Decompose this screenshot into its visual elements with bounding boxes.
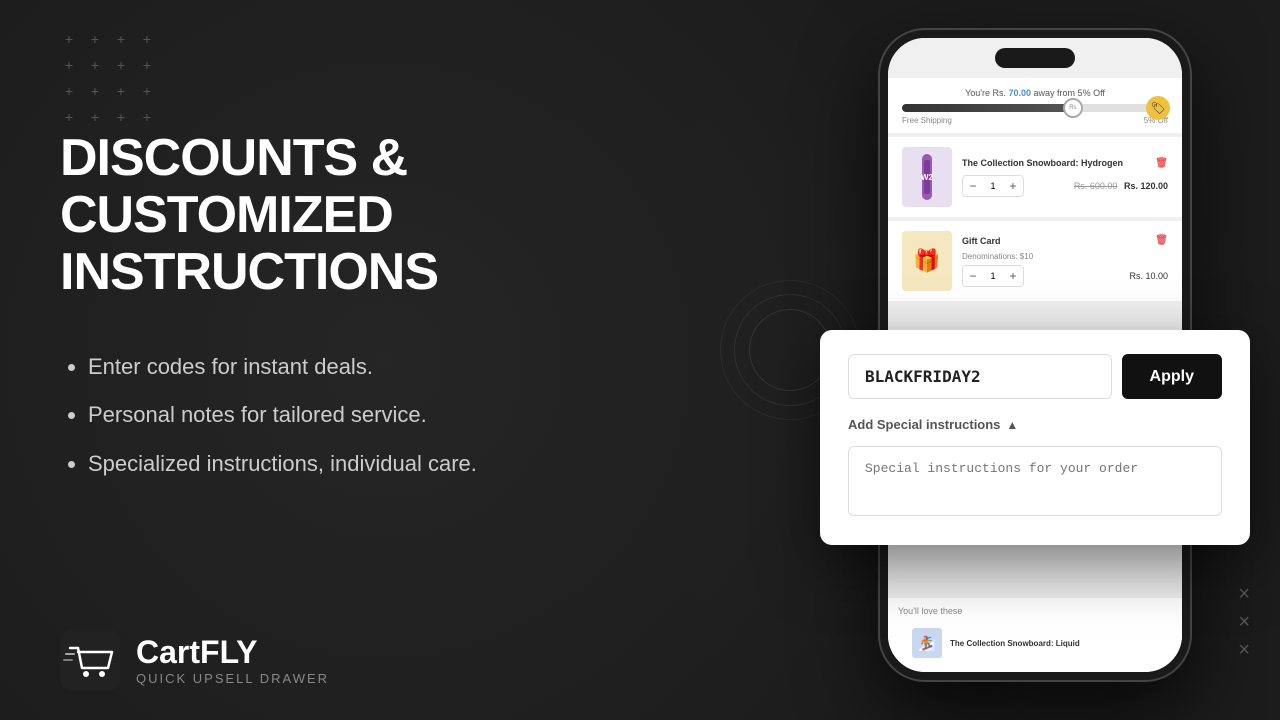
progress-end-badge: 🏷 bbox=[1146, 96, 1170, 120]
snowboard-image: W2 bbox=[902, 147, 952, 207]
cart-item-snowboard: W2 The Collection Snowboard: Hydrogen 🗑 … bbox=[888, 137, 1182, 217]
giftcard-delete-icon[interactable]: 🗑 bbox=[1155, 235, 1168, 246]
bullet-1: Enter codes for instant deals. bbox=[88, 352, 700, 383]
logo-name: CartFLY bbox=[136, 634, 329, 671]
snowboard-original-price: Rs. 600.00 bbox=[1074, 181, 1118, 191]
page-title: DISCOUNTS & CUSTOMIZED INSTRUCTIONS bbox=[60, 130, 700, 302]
progress-text: You're Rs. 70.00 away from 5% Off bbox=[902, 88, 1168, 98]
giftcard-emoji: 🎁 bbox=[913, 248, 940, 274]
bullet-2: Personal notes for tailored service. bbox=[88, 400, 700, 431]
snowboard-qty-price: − 1 + Rs. 600.00 Rs. 120.00 bbox=[962, 175, 1168, 197]
giftcard-details: Gift Card 🗑 Denominations: $10 − 1 + Rs.… bbox=[962, 235, 1168, 287]
progress-thumb: Rs bbox=[1063, 98, 1083, 118]
giftcard-qty-plus[interactable]: + bbox=[1003, 266, 1023, 286]
feature-list: Enter codes for instant deals. Personal … bbox=[60, 352, 700, 480]
giftcard-qty-minus[interactable]: − bbox=[963, 266, 983, 286]
special-instructions-textarea[interactable] bbox=[848, 446, 1222, 516]
progress-amount: 70.00 bbox=[1009, 88, 1032, 98]
giftcard-sale-price: Rs. 10.00 bbox=[1129, 271, 1168, 281]
progress-bar-fill: Rs bbox=[902, 104, 1075, 112]
giftcard-image: 🎁 bbox=[902, 231, 952, 291]
phone-notch bbox=[995, 48, 1075, 68]
cartfly-logo-icon bbox=[60, 630, 120, 690]
snowboard-qty-minus[interactable]: − bbox=[963, 176, 983, 196]
upsell-item-name: The Collection Snowboard: Liquid bbox=[950, 639, 1080, 648]
label-free-shipping: Free Shipping bbox=[902, 116, 952, 125]
bullet-3: Specialized instructions, individual car… bbox=[88, 449, 700, 480]
x-mark-2: × bbox=[1238, 612, 1250, 632]
toggle-arrow-icon: ▲ bbox=[1006, 418, 1018, 432]
giftcard-qty-control[interactable]: − 1 + bbox=[962, 265, 1024, 287]
giftcard-qty-price: − 1 + Rs. 10.00 bbox=[962, 265, 1168, 287]
snowboard-qty-value: 1 bbox=[983, 181, 1003, 191]
giftcard-price: Rs. 10.00 bbox=[1129, 271, 1168, 281]
cart-item-giftcard: 🎁 Gift Card 🗑 Denominations: $10 − 1 + bbox=[888, 221, 1182, 301]
upsell-section: You'll love these 🏂 The Collection Snowb… bbox=[888, 598, 1182, 672]
left-content: DISCOUNTS & CUSTOMIZED INSTRUCTIONS Ente… bbox=[60, 130, 700, 498]
snowboard-price: Rs. 600.00 Rs. 120.00 bbox=[1074, 181, 1168, 191]
svg-text:W2: W2 bbox=[921, 173, 934, 182]
progress-labels: Free Shipping 5% Off bbox=[902, 116, 1168, 125]
snowboard-qty-control[interactable]: − 1 + bbox=[962, 175, 1024, 197]
upsell-item[interactable]: 🏂 The Collection Snowboard: Liquid bbox=[898, 622, 1152, 664]
x-marks-decoration: × × × bbox=[1238, 584, 1250, 660]
snowboard-qty-plus[interactable]: + bbox=[1003, 176, 1023, 196]
floating-discount-card: Apply Add Special instructions ▲ bbox=[820, 330, 1250, 545]
special-instructions-toggle[interactable]: Add Special instructions ▲ bbox=[848, 417, 1222, 432]
giftcard-qty-value: 1 bbox=[983, 271, 1003, 281]
snowboard-sale-price: Rs. 120.00 bbox=[1124, 181, 1168, 191]
decorative-plus-grid: ++++ ++++ ++++ ++++ bbox=[60, 30, 156, 126]
upsell-label: You'll love these bbox=[898, 606, 1172, 616]
special-instructions-label: Add Special instructions bbox=[848, 417, 1000, 432]
x-mark-1: × bbox=[1238, 584, 1250, 604]
snowboard-name: The Collection Snowboard: Hydrogen 🗑 bbox=[962, 158, 1168, 169]
snowboard-details: The Collection Snowboard: Hydrogen 🗑 − 1… bbox=[962, 158, 1168, 197]
progress-bar-track: Rs 🏷 bbox=[902, 104, 1168, 112]
logo-tagline: QUICK UPSELL DRAWER bbox=[136, 671, 329, 686]
logo-area: CartFLY QUICK UPSELL DRAWER bbox=[60, 630, 329, 690]
coupon-input[interactable] bbox=[848, 354, 1112, 399]
upsell-image: 🏂 bbox=[912, 628, 942, 658]
coupon-row: Apply bbox=[848, 354, 1222, 399]
x-mark-3: × bbox=[1238, 640, 1250, 660]
giftcard-subtitle: Denominations: $10 bbox=[962, 252, 1168, 261]
logo-text: CartFLY QUICK UPSELL DRAWER bbox=[136, 634, 329, 686]
apply-button[interactable]: Apply bbox=[1122, 354, 1222, 399]
progress-section: You're Rs. 70.00 away from 5% Off Rs 🏷 F… bbox=[888, 78, 1182, 133]
snowboard-delete-icon[interactable]: 🗑 bbox=[1155, 158, 1168, 169]
giftcard-name: Gift Card 🗑 bbox=[962, 235, 1168, 246]
